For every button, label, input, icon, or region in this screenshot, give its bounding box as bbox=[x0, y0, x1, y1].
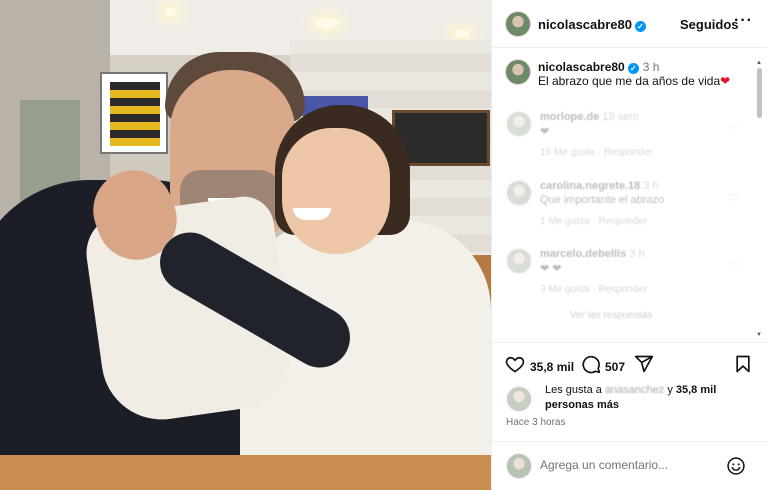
commenter-username[interactable]: morlope.de 19 sem bbox=[540, 111, 638, 123]
ceiling-lamp bbox=[165, 8, 177, 16]
liker-username[interactable]: anasanchez bbox=[605, 384, 664, 396]
comment-bubble-icon[interactable] bbox=[581, 354, 601, 374]
caption-header: nicolascabre80 ✓ 3 h bbox=[538, 60, 659, 74]
ceiling-lamp bbox=[455, 30, 469, 38]
author-avatar[interactable] bbox=[505, 11, 531, 37]
emoji-picker-icon[interactable] bbox=[726, 456, 746, 476]
commenter-username[interactable]: carolina.negrete.18 3 h bbox=[540, 180, 659, 192]
comment-meta[interactable]: 1 Me gusta · Responder bbox=[540, 216, 647, 227]
scroll-thumb[interactable] bbox=[757, 68, 762, 118]
scroll-down-arrow-icon[interactable]: ▼ bbox=[756, 332, 762, 338]
commenter-username-text[interactable]: marcelo.debellis bbox=[540, 248, 626, 260]
save-bookmark-icon[interactable] bbox=[733, 354, 753, 374]
likes-summary[interactable]: Les gusta a anasanchez y 35,8 mil person… bbox=[545, 383, 755, 413]
like-heart-icon[interactable] bbox=[505, 354, 525, 374]
girl-smile bbox=[293, 208, 331, 220]
comment-time: 3 h bbox=[643, 180, 659, 192]
current-user-avatar bbox=[506, 453, 532, 479]
caption-text: El abrazo que me da años de vida❤ bbox=[538, 74, 730, 88]
comment-time: 3 h bbox=[629, 248, 645, 260]
likes-total[interactable]: 35,8 mil bbox=[676, 384, 716, 396]
author-username[interactable]: nicolascabre80 ✓ bbox=[538, 17, 646, 32]
comment-item: morlope.de 19 sem ❤ 19 Me gusta · Respon… bbox=[492, 107, 756, 171]
comment-like-icon[interactable]: ♡ bbox=[728, 123, 738, 136]
commenter-username-text[interactable]: carolina.negrete.18 bbox=[540, 180, 640, 192]
commenter-avatar[interactable] bbox=[506, 180, 532, 206]
liker-avatar[interactable] bbox=[506, 386, 532, 412]
author-username-text[interactable]: nicolascabre80 bbox=[538, 17, 632, 32]
share-paper-plane-icon[interactable] bbox=[634, 354, 654, 374]
add-comment-bar bbox=[492, 441, 767, 490]
post-side-panel: nicolascabre80 ✓ Seguidos ··· nicolascabr… bbox=[491, 0, 767, 490]
comment-meta[interactable]: 3 Me gusta · Responder bbox=[540, 284, 647, 295]
likes-prefix: Les gusta a bbox=[545, 384, 602, 396]
comment-text: Que importante el abrazo bbox=[540, 194, 665, 206]
verified-badge-icon: ✓ bbox=[634, 21, 646, 32]
likes-connector: y bbox=[667, 384, 673, 396]
caption-username[interactable]: nicolascabre80 bbox=[538, 60, 625, 74]
comment-like-icon[interactable]: ♡ bbox=[728, 192, 738, 205]
comment-item: carolina.negrete.18 3 h Que importante e… bbox=[492, 176, 756, 240]
wooden-table bbox=[0, 455, 491, 490]
view-replies-link[interactable]: Ver las respuestas bbox=[570, 310, 652, 321]
comment-text: ❤ ❤ bbox=[540, 263, 562, 275]
framed-jersey bbox=[100, 72, 168, 154]
caption-body: El abrazo que me da años de vida bbox=[538, 74, 721, 88]
ceiling-lamp bbox=[315, 18, 339, 28]
likes-count[interactable]: 35,8 mil bbox=[530, 360, 574, 374]
action-bar: 35,8 mil 507 bbox=[492, 342, 767, 386]
post-header: nicolascabre80 ✓ Seguidos ··· bbox=[492, 0, 767, 48]
comment-item: marcelo.debellis 3 h ❤ ❤ 3 Me gusta · Re… bbox=[492, 244, 756, 308]
comment-like-icon[interactable]: ♡ bbox=[728, 260, 738, 273]
add-comment-input[interactable] bbox=[540, 458, 720, 472]
comments-list[interactable]: nicolascabre80 ✓ 3 h El abrazo que me da a… bbox=[492, 49, 756, 342]
more-options-icon[interactable]: ··· bbox=[734, 12, 753, 30]
commenter-avatar[interactable] bbox=[506, 248, 532, 274]
post-photo[interactable] bbox=[0, 0, 491, 490]
caption-avatar[interactable] bbox=[505, 59, 531, 85]
following-button[interactable]: Seguidos bbox=[680, 17, 739, 32]
commenter-username[interactable]: marcelo.debellis 3 h bbox=[540, 248, 645, 260]
commenter-avatar[interactable] bbox=[506, 111, 532, 137]
comments-count[interactable]: 507 bbox=[605, 360, 625, 374]
red-heart-icon: ❤ bbox=[720, 74, 731, 88]
verified-badge-icon: ✓ bbox=[627, 63, 639, 74]
post-timestamp[interactable]: Hace 3 horas bbox=[506, 417, 565, 428]
comments-scrollbar[interactable]: ▲ ▼ bbox=[756, 60, 762, 340]
scroll-up-arrow-icon[interactable]: ▲ bbox=[756, 60, 762, 66]
comment-meta[interactable]: 19 Me gusta · Responder bbox=[540, 147, 653, 158]
likes-suffix[interactable]: personas más bbox=[545, 399, 619, 411]
comment-time: 19 sem bbox=[602, 111, 639, 123]
caption-time: 3 h bbox=[642, 60, 660, 74]
commenter-username-text[interactable]: morlope.de bbox=[540, 111, 599, 123]
girl-face bbox=[282, 128, 390, 254]
comment-text: ❤ bbox=[540, 126, 550, 138]
